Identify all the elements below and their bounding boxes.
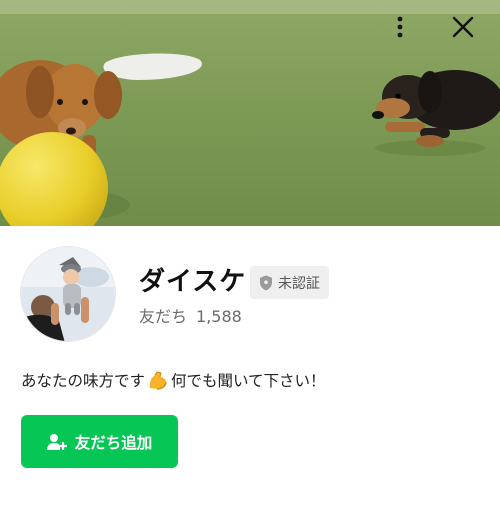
friends-label: 友だち [139, 307, 188, 326]
add-friend-label: 友だち追加 [74, 433, 153, 452]
add-friend-button[interactable]: 友だち追加 [21, 415, 178, 468]
cover-photo [0, 0, 500, 226]
verification-badge: 未認証 [250, 266, 329, 299]
close-icon [452, 16, 474, 38]
status-text-before: あなたの味方です [21, 372, 146, 390]
friends-count: 友だち 1,588 [139, 306, 242, 328]
status-message: あなたの味方です 何でも聞いて下さい！ [21, 369, 326, 393]
avatar[interactable] [20, 246, 116, 342]
status-text-after: 何でも聞いて下さい！ [171, 372, 326, 390]
shield-icon [260, 275, 272, 290]
avatar-image [21, 247, 115, 341]
profile-name: ダイスケ [139, 267, 247, 297]
add-friend-icon [46, 433, 67, 450]
flexed-biceps-icon [147, 370, 169, 392]
more-vertical-icon [397, 16, 403, 38]
more-button[interactable] [397, 16, 429, 48]
badge-label: 未認証 [278, 275, 320, 292]
close-button[interactable] [452, 16, 484, 48]
friends-number: 1,588 [196, 307, 242, 326]
